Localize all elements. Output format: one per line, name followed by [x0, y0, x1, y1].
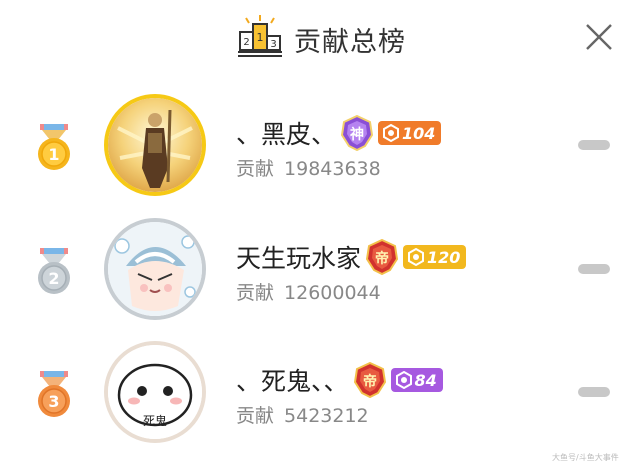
header: 1 2 3 贡献总榜	[0, 0, 640, 78]
svg-text:1: 1	[257, 31, 264, 44]
rank-badge-icon: 帝	[365, 239, 399, 275]
svg-text:2: 2	[243, 37, 249, 48]
medal-rank-text: 1	[48, 145, 59, 164]
user-name[interactable]: 、黑皮、	[236, 115, 336, 151]
rank-badge-icon: 神	[340, 115, 374, 151]
contribution-value: 12600044	[284, 282, 381, 304]
user-name[interactable]: 天生玩水家	[236, 239, 361, 275]
gold-medal-icon: 1	[38, 124, 70, 170]
row-handle[interactable]	[578, 264, 610, 274]
level-badge: 84	[390, 368, 443, 392]
level-text: 104	[402, 123, 436, 143]
level-icon	[395, 371, 412, 389]
avatar[interactable]	[104, 218, 206, 320]
svg-text:3: 3	[270, 39, 276, 50]
level-icon	[383, 124, 400, 142]
name-line: 、黑皮、 神 104	[236, 115, 442, 151]
name-line: 、死鬼、、 帝 84	[236, 362, 443, 398]
rank-badge-text: 帝	[363, 373, 377, 390]
leaderboard-row-2[interactable]: 2 天生玩水家 帝 120 贡献 12600044	[0, 212, 640, 332]
contribution-label: 贡献	[236, 158, 275, 180]
silver-medal-icon: 2	[38, 248, 70, 294]
page-title: 贡献总榜	[294, 27, 406, 58]
rank-badge-text: 神	[350, 126, 364, 143]
contribution: 贡献 19843638	[236, 154, 381, 181]
leaderboard-row-3[interactable]: 3 死鬼 、死鬼、、 帝 84 贡献 5423212	[0, 335, 640, 455]
level-icon	[408, 248, 425, 266]
level-badge: 104	[378, 121, 442, 145]
name-line: 天生玩水家 帝 120	[236, 239, 467, 275]
level-text: 84	[414, 370, 437, 390]
medal-rank-text: 3	[48, 392, 59, 411]
level-text: 120	[427, 247, 461, 267]
close-icon[interactable]	[582, 20, 616, 54]
rank-badge-icon: 帝	[353, 362, 386, 398]
leaderboard-row-1[interactable]: 1 、黑皮、 神 104 贡献 19843638	[0, 88, 640, 208]
avatar-image: 死鬼	[108, 345, 202, 439]
contribution-value: 5423212	[284, 405, 369, 427]
avatar[interactable]	[104, 94, 206, 196]
contribution: 贡献 5423212	[236, 401, 369, 428]
podium-icon: 1 2 3	[238, 15, 282, 57]
rank-badge-text: 帝	[375, 250, 389, 267]
contribution-label: 贡献	[236, 282, 275, 304]
avatar-image	[108, 222, 202, 316]
level-badge: 120	[403, 245, 467, 269]
row-handle[interactable]	[578, 387, 610, 397]
avatar-caption: 死鬼	[143, 413, 167, 428]
contribution-label: 贡献	[236, 405, 275, 427]
contribution: 贡献 12600044	[236, 278, 381, 305]
medal-rank-text: 2	[48, 269, 59, 288]
bronze-medal-icon: 3	[38, 371, 70, 417]
avatar[interactable]: 死鬼	[104, 341, 206, 443]
avatar-image	[108, 98, 202, 192]
row-handle[interactable]	[578, 140, 610, 150]
contribution-value: 19843638	[284, 158, 381, 180]
user-name[interactable]: 、死鬼、、	[236, 362, 349, 398]
watermark: 大鱼号/斗鱼大事件	[552, 453, 619, 462]
